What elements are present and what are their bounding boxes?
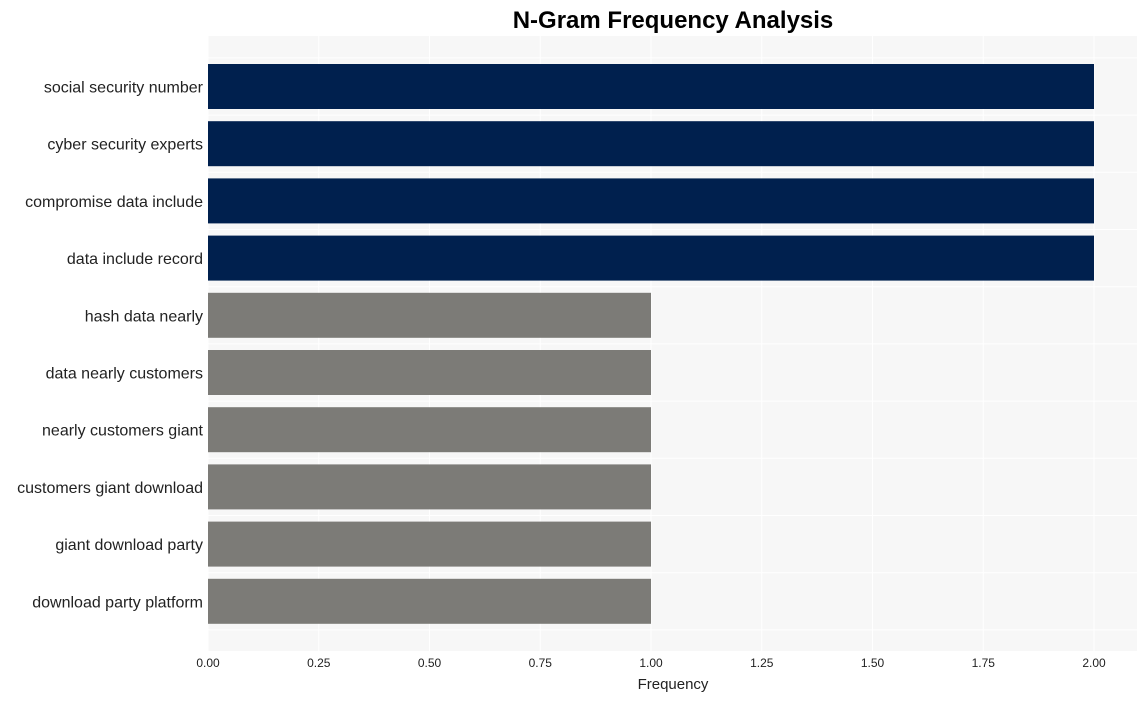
bar: [208, 350, 651, 395]
y-axis-labels: social security number cyber security exp…: [17, 80, 204, 612]
y-tick-label: cyber security experts: [47, 137, 203, 154]
x-tick-label: 1.00: [639, 656, 663, 670]
x-tick-label: 0.00: [196, 656, 220, 670]
bar: [208, 178, 1094, 224]
ngram-bar-chart: social security number cyber security exp…: [17, 7, 1137, 693]
x-tick-label: 1.50: [861, 656, 885, 670]
y-tick-label: data nearly customers: [46, 366, 203, 383]
bar: [208, 64, 1094, 109]
y-tick-label: giant download party: [55, 537, 203, 554]
x-tick-label: 1.75: [972, 656, 996, 670]
bar: [208, 121, 1094, 167]
y-tick-label: customers giant download: [17, 480, 203, 497]
x-axis-ticks: 0.00 0.25 0.50 0.75 1.00 1.25 1.50 1.75 2.00: [196, 656, 1106, 670]
y-tick-label: compromise data include: [25, 194, 203, 211]
chart-title: N-Gram Frequency Analysis: [513, 7, 834, 34]
x-axis-label: Frequency: [638, 676, 709, 693]
bar: [208, 235, 1094, 281]
bar: [208, 464, 651, 510]
x-tick-label: 2.00: [1082, 656, 1106, 670]
bar: [208, 521, 651, 567]
y-tick-label: hash data nearly: [85, 308, 203, 325]
y-tick-label: social security number: [44, 80, 204, 97]
bar: [208, 578, 651, 624]
bar: [208, 292, 651, 338]
x-tick-label: 0.75: [529, 656, 553, 670]
x-tick-label: 0.50: [418, 656, 442, 670]
y-tick-label: data include record: [67, 251, 203, 268]
y-tick-label: download party platform: [32, 594, 203, 611]
x-tick-label: 0.25: [307, 656, 331, 670]
bar: [208, 407, 651, 453]
y-tick-label: nearly customers giant: [42, 423, 204, 440]
x-tick-label: 1.25: [750, 656, 774, 670]
